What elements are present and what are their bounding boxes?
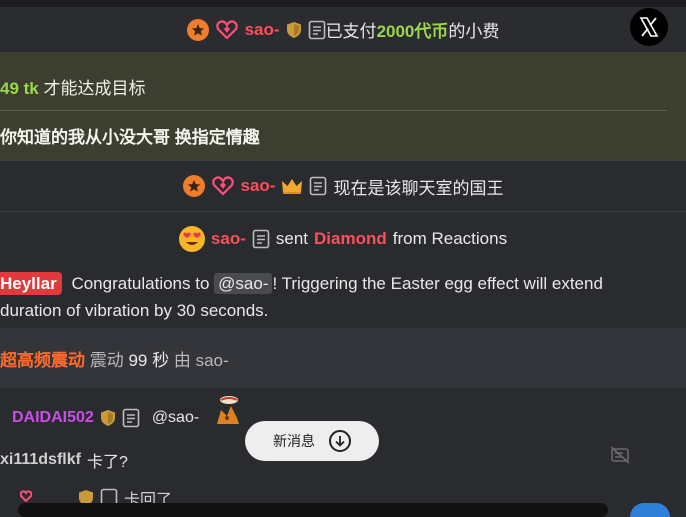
bot-message-row: Heyllar Congratulations to @sao-! Trigge…	[0, 266, 686, 328]
bot-name-tag[interactable]: Heyllar	[0, 272, 62, 295]
chat-mention[interactable]: @sao-	[152, 409, 199, 427]
crown-icon	[281, 177, 303, 195]
shield-icon	[286, 21, 302, 39]
king-notice-row: sao- 现在是该聊天室的国王	[0, 161, 686, 211]
orange-badge-icon	[186, 18, 209, 41]
close-button[interactable]	[630, 8, 668, 46]
chat-username[interactable]: DAIDAI502	[12, 409, 94, 427]
orange-badge-icon	[182, 175, 205, 197]
vibration-label: 震动	[89, 351, 124, 370]
vibration-duration: 99 秒	[128, 351, 170, 370]
chat-message: xi111dsflkf 卡了?	[0, 448, 128, 472]
chat-message: DAIDAI502 @sao-	[0, 396, 243, 433]
document-icon	[252, 229, 270, 249]
sticker-icon	[213, 394, 243, 433]
shield-icon	[100, 409, 116, 427]
reaction-notice-row: sao- sent Diamond from Reactions	[0, 212, 686, 266]
bot-text: Congratulations to	[71, 274, 210, 293]
vibration-user[interactable]: sao-	[196, 351, 229, 370]
divider	[0, 110, 667, 111]
document-icon	[308, 20, 326, 40]
document-icon	[122, 408, 140, 428]
username[interactable]: sao-	[245, 20, 280, 40]
username[interactable]: sao-	[211, 229, 246, 249]
document-icon	[309, 176, 327, 196]
send-button[interactable]	[630, 503, 670, 517]
king-text: 现在是该聊天室的国王	[333, 178, 504, 198]
heart-gem-icon	[211, 175, 235, 197]
gift-name: Diamond	[314, 229, 387, 248]
chat-input[interactable]	[18, 503, 608, 517]
vibration-by: 由	[173, 351, 191, 370]
heart-eyes-emoji	[178, 226, 205, 252]
heart-gem-icon	[0, 407, 6, 428]
vibration-mode: 超高频震动	[0, 351, 85, 370]
sent-label: sent	[275, 229, 309, 248]
tip-text: 已支付2000代币的小费	[325, 22, 500, 41]
heart-gem-icon	[215, 19, 239, 41]
mute-icon[interactable]	[610, 446, 630, 469]
username[interactable]: sao-	[241, 176, 276, 196]
chat-text: 卡了?	[86, 454, 128, 471]
goal-progress: 49 tk 才能达成目标	[0, 79, 146, 98]
new-messages-button[interactable]: 新消息	[245, 421, 379, 461]
bot-message-line: Heyllar Congratulations to @sao-! Trigge…	[0, 271, 603, 297]
mention-chip[interactable]: @sao-	[214, 273, 273, 294]
arrow-down-circle-icon	[329, 430, 351, 452]
top-bar	[0, 0, 686, 7]
bot-text: ! Triggering the Easter egg effect will …	[272, 274, 603, 293]
vibration-row: 超高频震动 震动 99 秒 由 sao-	[0, 328, 686, 388]
vibration-text: 超高频震动 震动 99 秒 由 sao-	[0, 346, 229, 371]
reaction-suffix: from Reactions	[392, 229, 508, 248]
bot-message-line-2: duration of vibration by 30 seconds.	[0, 301, 269, 320]
chat-username[interactable]: xi111dsflkf	[0, 451, 81, 469]
new-messages-label: 新消息	[273, 433, 315, 449]
tip-notice-row: sao- 已支付2000代币的小费	[0, 7, 686, 52]
goal-panel: 49 tk 才能达成目标 你知道的我从小没大哥 换指定情趣	[0, 52, 686, 160]
goal-subtitle: 你知道的我从小没大哥 换指定情趣	[0, 128, 260, 147]
close-x-icon	[639, 17, 659, 37]
